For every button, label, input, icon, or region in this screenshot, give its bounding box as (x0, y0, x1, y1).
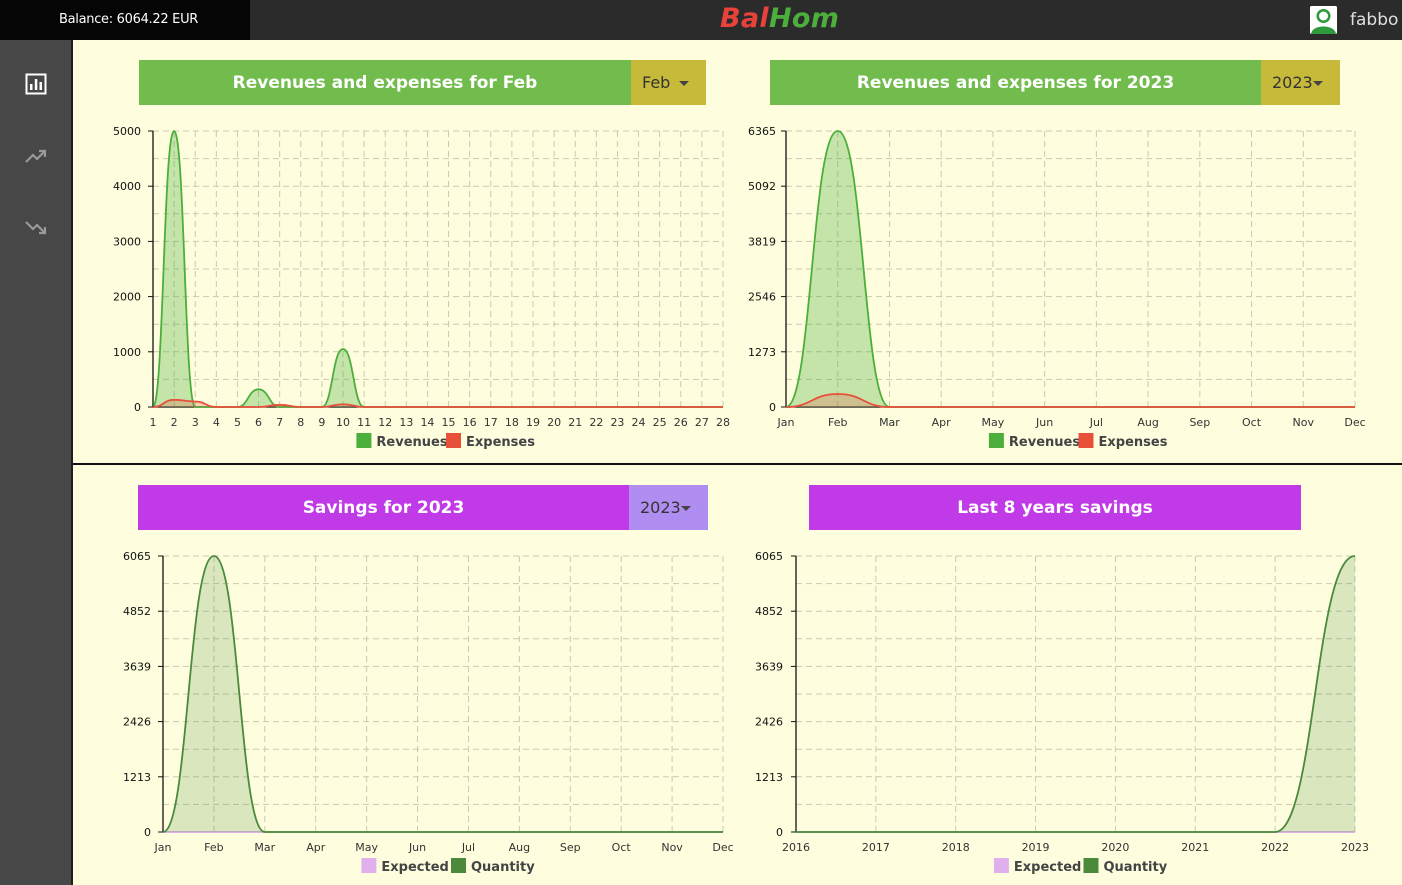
y-tick-label: 0 (776, 826, 783, 839)
grid (796, 555, 1356, 832)
legend-swatch-expected (993, 858, 1009, 873)
legend-label-expected: Expected (1014, 860, 1081, 875)
y-tick-label: 2426 (755, 716, 783, 729)
legend-swatch-quantity (1083, 858, 1099, 873)
y-tick-label: 6065 (755, 550, 783, 563)
y-tick-label: 4852 (755, 605, 783, 618)
x-tick-label: 2019 (1022, 841, 1050, 854)
x-tick-label: 2021 (1181, 841, 1209, 854)
x-tick-label: 2017 (862, 841, 890, 854)
x-tick-label: 2022 (1261, 841, 1289, 854)
y-tick-label: 1213 (755, 771, 783, 784)
x-tick-label: 2023 (1341, 841, 1369, 854)
legend-label-quantity: Quantity (1104, 860, 1168, 875)
x-tick-label: 2020 (1101, 841, 1129, 854)
y-tick-label: 3639 (755, 660, 783, 673)
chart-8yr-savings: 0 1213 2426 3639 4852 6065 2016 2017 2018 2019 202… (755, 550, 1369, 875)
x-tick-label: 2016 (782, 841, 810, 854)
x-tick-label: 2018 (942, 841, 970, 854)
